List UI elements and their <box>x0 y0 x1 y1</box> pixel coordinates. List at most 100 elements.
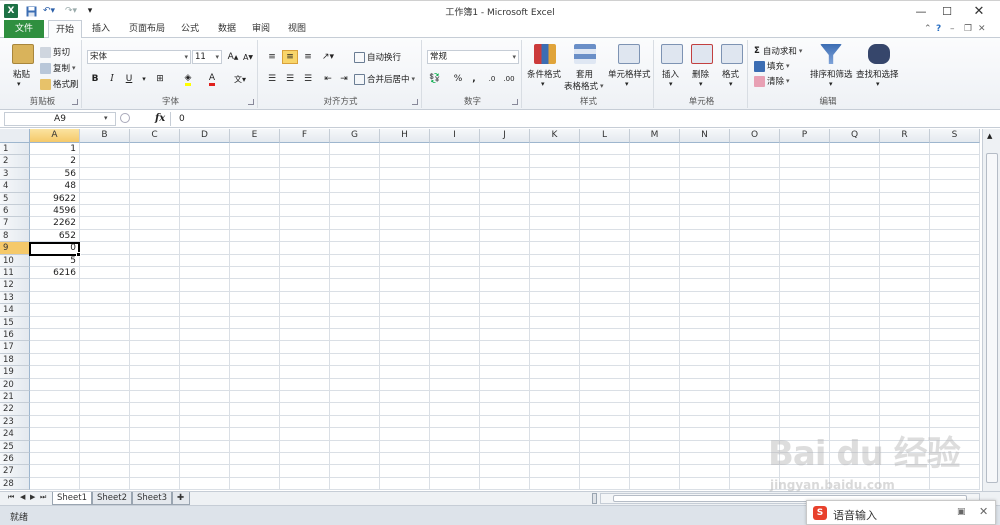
cell-c24[interactable] <box>130 428 180 441</box>
cell-j4[interactable] <box>480 180 530 193</box>
tab-view[interactable]: 视图 <box>282 20 312 38</box>
cell-e10[interactable] <box>230 254 280 267</box>
cell-m12[interactable] <box>630 279 680 292</box>
cell-i5[interactable] <box>430 192 480 205</box>
cell-q18[interactable] <box>830 353 880 367</box>
cell-g27[interactable] <box>330 465 380 478</box>
cell-o26[interactable] <box>730 453 780 466</box>
cell-j16[interactable] <box>480 329 530 342</box>
cell-l2[interactable] <box>580 155 630 168</box>
align-right-icon[interactable]: ☰ <box>300 72 316 86</box>
cell-g2[interactable] <box>330 155 380 168</box>
conditional-format-dropdown-icon[interactable]: ▾ <box>541 80 545 88</box>
cell-f25[interactable] <box>280 440 330 453</box>
cell-s24[interactable] <box>930 428 980 441</box>
cell-n11[interactable] <box>680 267 730 280</box>
cell-m16[interactable] <box>630 329 680 342</box>
cell-p1[interactable] <box>780 143 830 156</box>
cell-a22[interactable] <box>30 403 80 416</box>
cell-s10[interactable] <box>930 254 980 267</box>
close-button[interactable]: ✕ <box>964 1 994 21</box>
cell-l3[interactable] <box>580 167 630 181</box>
align-left-icon[interactable]: ☰ <box>264 72 280 86</box>
cell-f10[interactable] <box>280 254 330 267</box>
voice-input-label[interactable]: 语音输入 <box>833 507 877 523</box>
cell-i18[interactable] <box>430 353 480 367</box>
cell-k2[interactable] <box>530 155 580 168</box>
cell-g25[interactable] <box>330 440 380 453</box>
cell-r8[interactable] <box>880 229 930 243</box>
cell-c23[interactable] <box>130 415 180 429</box>
cell-n15[interactable] <box>680 316 730 329</box>
copy-button[interactable]: 复制 ▾ <box>40 62 76 74</box>
row-header-26[interactable]: 26 <box>0 453 30 466</box>
cell-i14[interactable] <box>430 304 480 317</box>
cell-j17[interactable] <box>480 341 530 354</box>
cell-d20[interactable] <box>180 378 230 391</box>
cell-h24[interactable] <box>380 428 430 441</box>
cell-h20[interactable] <box>380 378 430 391</box>
cell-s8[interactable] <box>930 229 980 243</box>
cell-e14[interactable] <box>230 304 280 317</box>
cell-i22[interactable] <box>430 403 480 416</box>
cell-j1[interactable] <box>480 143 530 156</box>
cell-p20[interactable] <box>780 378 830 391</box>
cell-j20[interactable] <box>480 378 530 391</box>
cell-l4[interactable] <box>580 180 630 193</box>
cell-c22[interactable] <box>130 403 180 416</box>
cell-q3[interactable] <box>830 167 880 181</box>
cell-s20[interactable] <box>930 378 980 391</box>
cell-l17[interactable] <box>580 341 630 354</box>
cell-g23[interactable] <box>330 415 380 429</box>
cell-p23[interactable] <box>780 415 830 429</box>
insert-cells-button[interactable]: 插入 <box>662 68 679 80</box>
sheet-tab-3[interactable]: Sheet3 <box>132 492 172 505</box>
column-header-n[interactable]: N <box>680 129 730 143</box>
cell-j26[interactable] <box>480 453 530 466</box>
cell-g21[interactable] <box>330 391 380 404</box>
bold-button[interactable]: B <box>87 72 103 86</box>
column-header-j[interactable]: J <box>480 129 530 143</box>
cell-n25[interactable] <box>680 440 730 453</box>
column-header-e[interactable]: E <box>230 129 280 143</box>
cell-k16[interactable] <box>530 329 580 342</box>
cell-g14[interactable] <box>330 304 380 317</box>
cell-f23[interactable] <box>280 415 330 429</box>
cell-k1[interactable] <box>530 143 580 156</box>
cell-s1[interactable] <box>930 143 980 156</box>
cell-r12[interactable] <box>880 279 930 292</box>
cell-a6[interactable]: 4596 <box>30 205 80 218</box>
cell-h3[interactable] <box>380 167 430 181</box>
cell-e20[interactable] <box>230 378 280 391</box>
column-header-l[interactable]: L <box>580 129 630 143</box>
cell-m9[interactable] <box>630 242 680 255</box>
cell-q10[interactable] <box>830 254 880 267</box>
cell-j24[interactable] <box>480 428 530 441</box>
cell-b5[interactable] <box>80 192 130 205</box>
cell-m13[interactable] <box>630 291 680 305</box>
table-format-button[interactable]: 表格格式 ▾ <box>564 80 604 92</box>
cell-e24[interactable] <box>230 428 280 441</box>
format-painter-button[interactable]: 格式刷 <box>40 78 79 90</box>
cell-c12[interactable] <box>130 279 180 292</box>
cell-r5[interactable] <box>880 192 930 205</box>
cell-i12[interactable] <box>430 279 480 292</box>
cell-r20[interactable] <box>880 378 930 391</box>
cell-m8[interactable] <box>630 229 680 243</box>
cell-l23[interactable] <box>580 415 630 429</box>
row-header-13[interactable]: 13 <box>0 291 30 305</box>
cell-h18[interactable] <box>380 353 430 367</box>
cell-a8[interactable]: 652 <box>30 229 80 243</box>
cell-b13[interactable] <box>80 291 130 305</box>
row-header-11[interactable]: 11 <box>0 267 30 280</box>
cell-c28[interactable] <box>130 477 180 491</box>
cell-n1[interactable] <box>680 143 730 156</box>
cell-d17[interactable] <box>180 341 230 354</box>
row-header-17[interactable]: 17 <box>0 341 30 354</box>
cell-m19[interactable] <box>630 366 680 379</box>
cell-m17[interactable] <box>630 341 680 354</box>
cell-i10[interactable] <box>430 254 480 267</box>
cell-i3[interactable] <box>430 167 480 181</box>
grow-font-icon[interactable]: A ▲ <box>225 50 241 64</box>
cell-e12[interactable] <box>230 279 280 292</box>
